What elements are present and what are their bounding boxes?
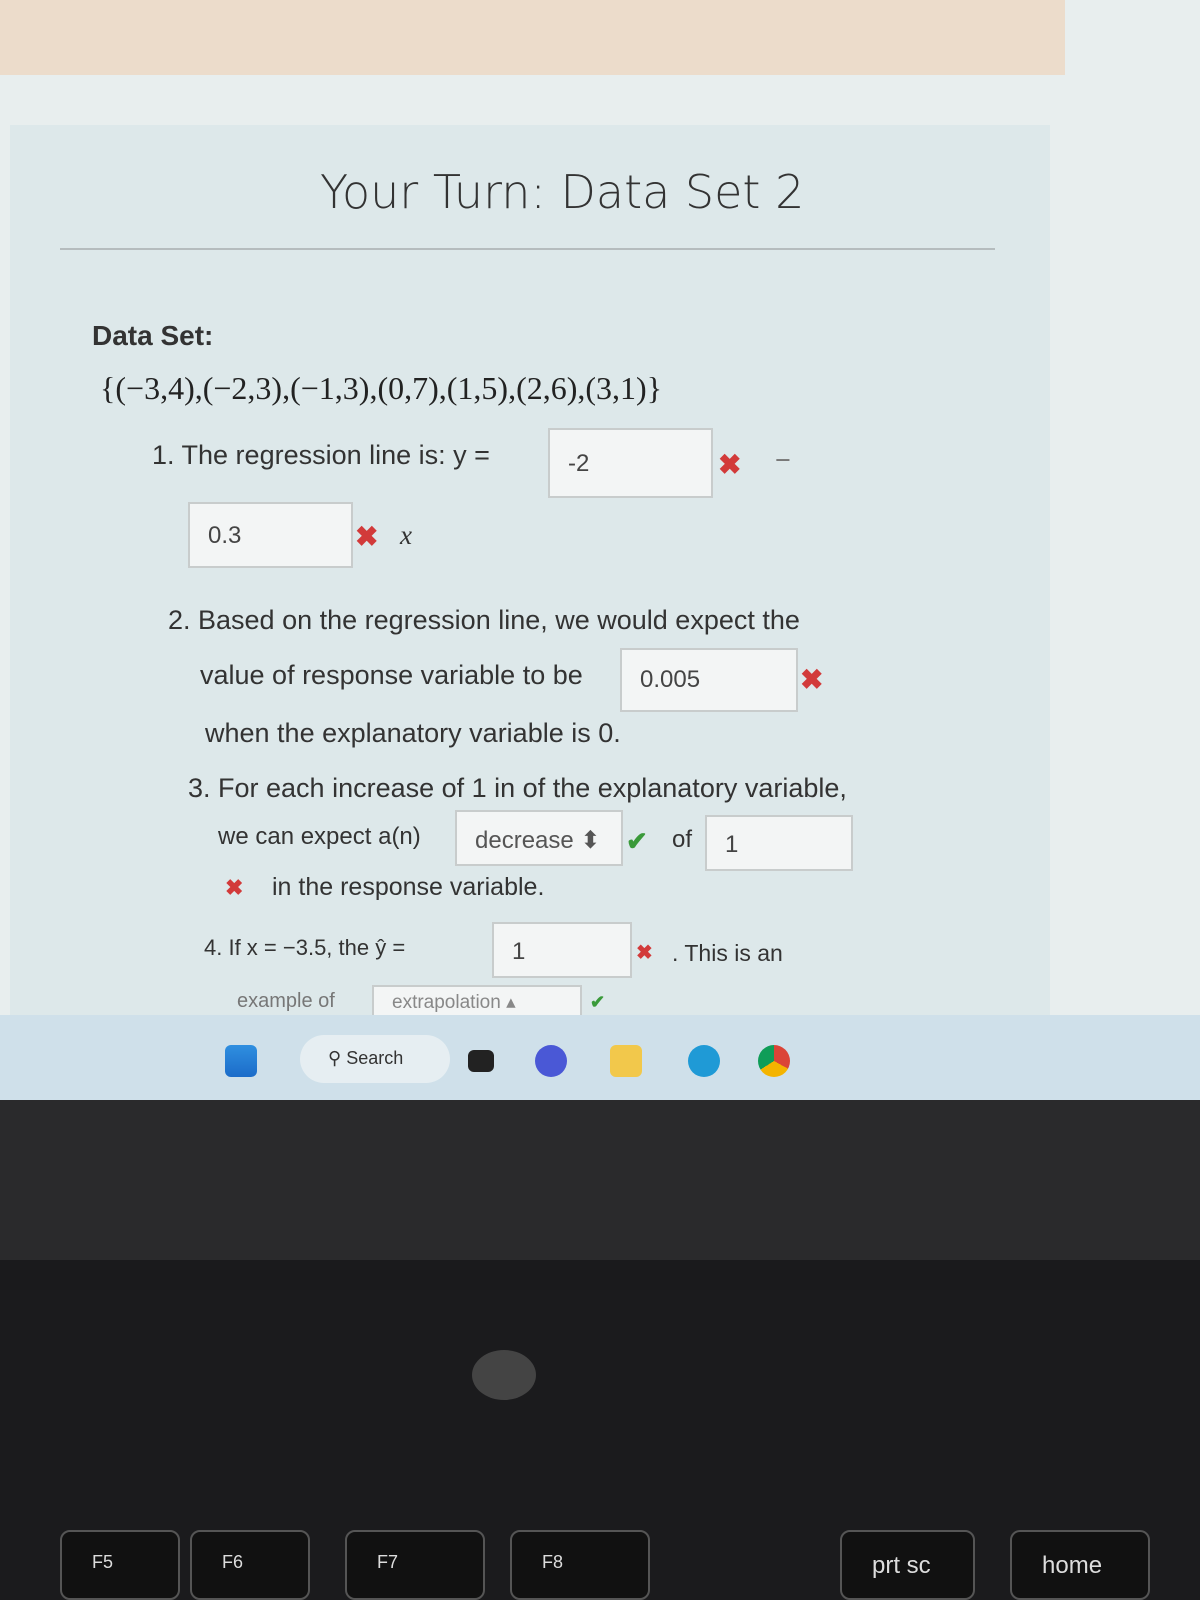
top-bar [0, 0, 1065, 75]
windows-start-icon[interactable] [225, 1045, 257, 1077]
teams-icon[interactable] [535, 1045, 567, 1077]
search-label: Search [346, 1048, 404, 1068]
correct-icon: ✔ [590, 992, 606, 1012]
q4-suffix: . This is an [672, 940, 783, 966]
data-set: {(−3,4),(−2,3),(−1,3),(0,7),(1,5),(2,6),… [100, 370, 663, 406]
correct-icon: ✔ [626, 826, 648, 856]
q3-line2: we can expect a(n) [218, 823, 421, 850]
taskbar [0, 1015, 1200, 1100]
q3-amount-input[interactable]: 1 [705, 815, 853, 871]
slope-input[interactable]: 0.3 [188, 502, 353, 568]
key-f5[interactable]: F5 [60, 1530, 180, 1600]
q4-prefix: 4. If x = −3.5, the ŷ = [204, 935, 406, 960]
q3-line1: 3. For each increase of 1 in of the expl… [188, 773, 847, 803]
incorrect-icon: ✖ [355, 521, 379, 552]
q1-prefix: 1. The regression line is: y = [152, 440, 490, 470]
file-explorer-icon[interactable] [610, 1045, 642, 1077]
select-arrows-icon: ⬍ [580, 827, 601, 854]
edge-icon[interactable] [688, 1045, 720, 1077]
minus-sign: − [775, 445, 791, 475]
incorrect-icon: ✖ [225, 875, 244, 900]
divider [60, 248, 995, 250]
q2-line2: value of response variable to be [200, 660, 583, 690]
q2-line3: when the explanatory variable is 0. [205, 718, 621, 748]
key-home[interactable]: home [1010, 1530, 1150, 1600]
task-view-icon[interactable] [468, 1050, 494, 1072]
intercept-input[interactable]: -2 [548, 428, 713, 498]
incorrect-icon: ✖ [800, 664, 824, 695]
q3-select[interactable]: decrease ⬍ [455, 810, 623, 866]
laptop-bezel [0, 1100, 1200, 1260]
incorrect-icon: ✖ [718, 449, 742, 480]
taskbar-search[interactable]: ⚲ Search [300, 1035, 450, 1083]
x-variable: x [400, 520, 412, 550]
chrome-icon[interactable] [758, 1045, 790, 1077]
data-set-label: Data Set: [92, 320, 214, 351]
incorrect-icon: ✖ [636, 942, 653, 964]
search-icon: ⚲ [328, 1048, 347, 1068]
key-f8[interactable]: F8 [510, 1530, 650, 1600]
page-title: Your Turn: Data Set 2 [320, 165, 805, 219]
of-label: of [672, 826, 693, 853]
key-f7[interactable]: F7 [345, 1530, 485, 1600]
q4-input[interactable]: 1 [492, 922, 632, 978]
key-f6[interactable]: F6 [190, 1530, 310, 1600]
key-prtsc[interactable]: prt sc [840, 1530, 975, 1600]
q2-line1: 2. Based on the regression line, we woul… [168, 605, 800, 635]
q2-input[interactable]: 0.005 [620, 648, 798, 712]
screen: Your Turn: Data Set 2 Data Set: {(−3,4),… [0, 0, 1200, 1100]
select-value: extrapolation [392, 992, 501, 1013]
q3-line3: in the response variable. [272, 873, 545, 901]
q4-line2: example of [237, 990, 335, 1012]
camera-shutter [472, 1350, 536, 1400]
select-value: decrease [475, 827, 574, 854]
